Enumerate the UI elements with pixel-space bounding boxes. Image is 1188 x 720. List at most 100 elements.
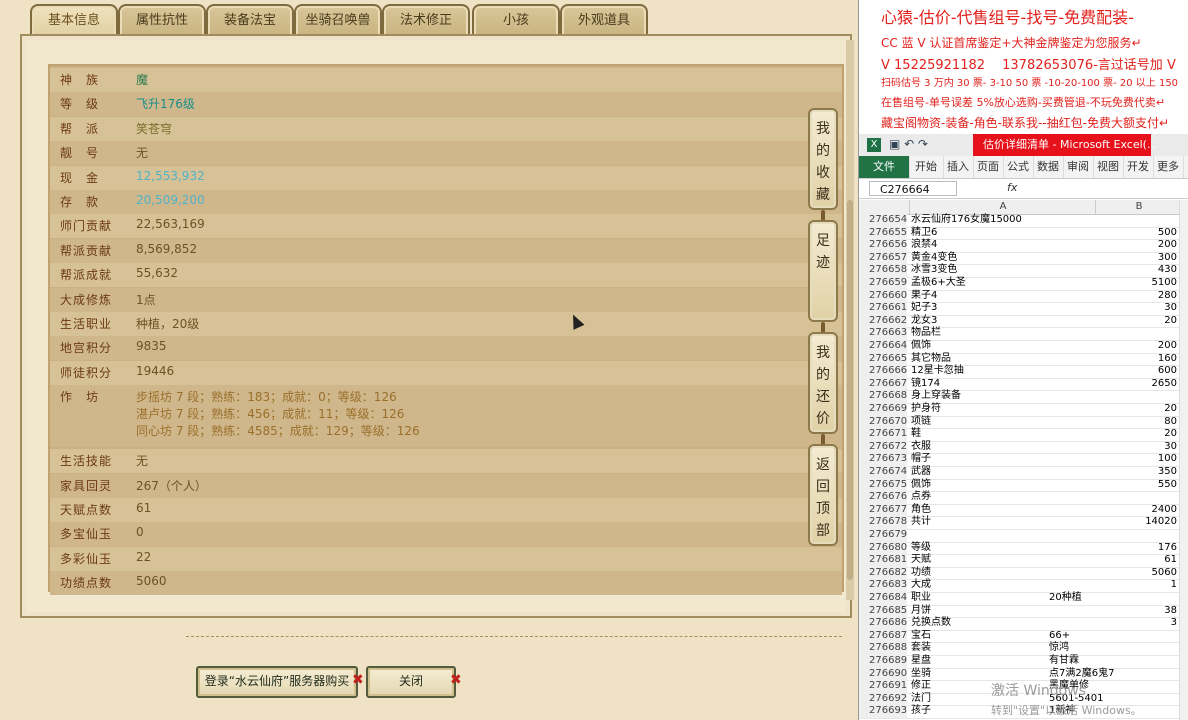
cell-a[interactable]: 冰雪3变色 (911, 264, 957, 277)
row-number[interactable]: 276683 (859, 579, 907, 592)
row-number[interactable]: 276693 (859, 705, 907, 718)
scroll-thumb[interactable] (847, 200, 853, 580)
cell-b[interactable]: 5060 (1095, 567, 1177, 580)
row-number[interactable]: 276656 (859, 239, 907, 252)
row-number[interactable]: 276692 (859, 692, 907, 706)
row-number[interactable]: 276684 (859, 592, 907, 605)
row-number[interactable]: 276685 (859, 604, 907, 618)
cell-b[interactable]: 600 (1095, 365, 1177, 378)
cell-a[interactable]: 功绩 (911, 567, 931, 580)
fx-icon[interactable]: fx (1007, 181, 1017, 194)
cell-b[interactable]: 5100 (1095, 277, 1177, 290)
cell-a[interactable]: 果子4 (911, 290, 937, 303)
cell-a[interactable]: 孩子 (911, 705, 931, 718)
ribbon-tab-6[interactable]: 审阅 (1063, 156, 1094, 178)
cell-b[interactable]: 20种植 (1049, 592, 1169, 605)
cell-a[interactable]: 精卫6 (911, 227, 937, 240)
cell-a[interactable]: 职业 (911, 592, 931, 605)
cell-a[interactable]: 龙女3 (911, 315, 937, 328)
side-button-favorite[interactable]: 我的收藏 (808, 108, 838, 210)
cell-b[interactable]: 20 (1095, 428, 1177, 441)
cell-b[interactable]: 2400 (1095, 504, 1177, 517)
cell-b[interactable]: 点7满2魔6鬼7 (1049, 668, 1169, 681)
row-number[interactable]: 276682 (859, 566, 907, 580)
row-number[interactable]: 276670 (859, 415, 907, 429)
cell-a[interactable]: 武器 (911, 466, 931, 479)
cell-a[interactable]: 衣服 (911, 441, 931, 454)
cell-a[interactable]: 镜174 (911, 378, 940, 391)
side-button-back-top[interactable]: 返回顶部 (808, 444, 838, 546)
row-number[interactable]: 276679 (859, 529, 907, 542)
cell-a[interactable]: 天赋 (911, 554, 931, 567)
cell-b[interactable]: 61 (1095, 554, 1177, 567)
row-number[interactable]: 276674 (859, 466, 907, 479)
row-number[interactable]: 276659 (859, 277, 907, 290)
row-number[interactable]: 276689 (859, 655, 907, 668)
tab-1[interactable]: 属性抗性 (118, 4, 206, 36)
row-number[interactable]: 276669 (859, 403, 907, 416)
ribbon-tab-3[interactable]: 页面 (973, 156, 1004, 178)
row-number[interactable]: 276664 (859, 340, 907, 353)
cell-b[interactable]: 350 (1095, 466, 1177, 479)
row-number[interactable]: 276662 (859, 314, 907, 328)
cell-b[interactable]: 500 (1095, 227, 1177, 240)
cell-b[interactable]: 有甘霖 (1049, 655, 1169, 668)
row-number[interactable]: 276681 (859, 554, 907, 567)
cell-a[interactable]: 孟极6+大圣 (911, 277, 966, 290)
row-number[interactable]: 276666 (859, 365, 907, 378)
cell-a[interactable]: 妃子3 (911, 302, 937, 315)
row-number[interactable]: 276677 (859, 503, 907, 517)
cell-a[interactable]: 佩饰 (911, 479, 931, 492)
row-number[interactable]: 276668 (859, 390, 907, 403)
row-number[interactable]: 276667 (859, 377, 907, 391)
cell-b[interactable]: 80 (1095, 416, 1177, 429)
row-number[interactable]: 276676 (859, 491, 907, 504)
cell-a[interactable]: 浪禁4 (911, 239, 937, 252)
ribbon-tab-4[interactable]: 公式 (1003, 156, 1034, 178)
ribbon-tab-7[interactable]: 视图 (1093, 156, 1124, 178)
login-buy-button[interactable]: 登录“水云仙府”服务器购买 (196, 666, 358, 698)
cell-b[interactable]: 430 (1095, 264, 1177, 277)
cell-b[interactable]: 3 (1095, 617, 1177, 630)
cell-b[interactable]: 176 (1095, 542, 1177, 555)
row-number[interactable]: 276657 (859, 251, 907, 265)
quick-access-icon[interactable]: ▣ ↶ ↷ (889, 137, 928, 151)
tab-4[interactable]: 法术修正 (382, 4, 470, 36)
cell-b[interactable]: 38 (1095, 605, 1177, 618)
cell-b[interactable]: 280 (1095, 290, 1177, 303)
cell-a[interactable]: 法门 (911, 693, 931, 706)
row-number[interactable]: 276672 (859, 440, 907, 454)
row-number[interactable]: 276660 (859, 289, 907, 303)
cell-a[interactable]: 月饼 (911, 605, 931, 618)
cell-a[interactable]: 水云仙府176女魔15000 (911, 214, 1022, 227)
cell-a[interactable]: 兑换点数 (911, 617, 951, 630)
tab-0[interactable]: 基本信息 (30, 4, 118, 36)
cell-a[interactable]: 佩饰 (911, 340, 931, 353)
side-button-footprint[interactable]: 足迹 (808, 220, 838, 322)
cell-b[interactable]: 200 (1095, 340, 1177, 353)
cell-b[interactable]: 20 (1095, 315, 1177, 328)
cell-b[interactable]: 100 (1095, 453, 1177, 466)
cell-a[interactable]: 星盘 (911, 655, 931, 668)
cell-a[interactable]: 坐骑 (911, 668, 931, 681)
cell-b[interactable]: 1 (1095, 579, 1177, 592)
side-button-my-offer[interactable]: 我的还价 (808, 332, 838, 434)
ribbon-tab-1[interactable]: 开始 (909, 156, 944, 178)
cell-a[interactable]: 其它物品 (911, 353, 951, 366)
row-number[interactable]: 276665 (859, 352, 907, 366)
cell-a[interactable]: 帽子 (911, 453, 931, 466)
name-box[interactable]: C276664 (869, 181, 957, 196)
row-number[interactable]: 276671 (859, 428, 907, 441)
cell-b[interactable]: 20 (1095, 403, 1177, 416)
cell-b[interactable]: 惊鸿 (1049, 642, 1169, 655)
cell-b[interactable]: 66+ (1049, 630, 1169, 643)
cell-b[interactable]: 200 (1095, 239, 1177, 252)
ribbon-tab-2[interactable]: 插入 (943, 156, 974, 178)
cell-a[interactable]: 护身符 (911, 403, 941, 416)
sheet-scrollbar[interactable] (1179, 200, 1188, 720)
row-number[interactable]: 276663 (859, 327, 907, 340)
cell-a[interactable]: 等级 (911, 542, 931, 555)
cell-a[interactable]: 大成 (911, 579, 931, 592)
cell-b[interactable]: 30 (1095, 302, 1177, 315)
cell-a[interactable]: 鞋 (911, 428, 921, 441)
